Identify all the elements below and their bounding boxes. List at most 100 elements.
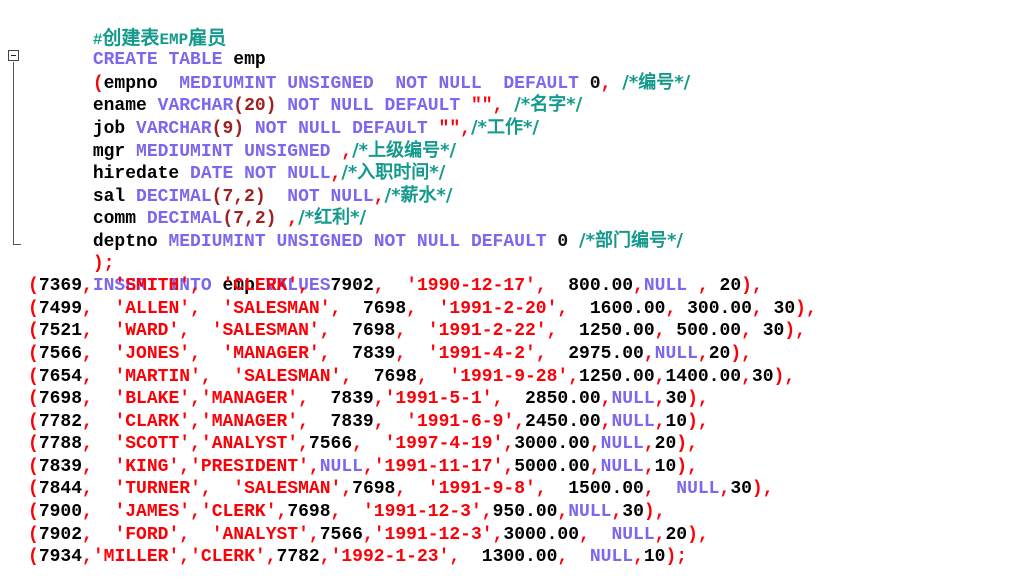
punctuation: ( — [28, 434, 39, 455]
number-literal: 7566 — [308, 434, 353, 455]
table-row[interactable]: (7900, 'JAMES','CLERK',7698, '1991-12-3'… — [0, 501, 1014, 524]
punctuation: , — [697, 411, 709, 432]
string-literal: 'WARD' — [114, 321, 180, 342]
punctuation: , — [190, 434, 201, 455]
constraint-not-null: NOT NULL — [287, 186, 374, 207]
punctuation: , — [82, 343, 93, 364]
number-literal: 7900 — [38, 502, 83, 523]
code-line-header-comment[interactable]: #创建表EMP雇员 — [0, 4, 1014, 49]
comment-empno: /*编号*/ — [622, 71, 691, 93]
table-row[interactable]: (7788, 'SCOTT','ANALYST',7566, '1997-4-1… — [0, 433, 1014, 456]
default-value-zero: 0 — [557, 231, 569, 252]
identifier-emp: emp — [233, 50, 266, 71]
number-literal: 30 — [665, 389, 688, 410]
punctuation: , — [319, 343, 331, 364]
punctuation: , — [82, 524, 93, 545]
punctuation: , — [82, 456, 93, 477]
column-empno: empno — [103, 73, 158, 94]
comment-latin-emp: EMP — [159, 30, 189, 49]
number-literal: 10 — [654, 456, 677, 477]
punctuation: , — [805, 298, 817, 319]
sql-code-editor[interactable]: #创建表EMP雇员 CREATE TABLE emp (empno MEDIUM… — [0, 0, 1014, 587]
column-deptno: deptno — [92, 231, 158, 252]
punctuation: ) — [773, 366, 785, 387]
number-literal: 3000.00 — [503, 524, 580, 545]
punctuation: ) — [795, 298, 806, 319]
string-literal: '1991-4-2' — [427, 343, 536, 364]
string-literal: 'BLAKE' — [114, 389, 191, 410]
table-row[interactable]: (7934,'MILLER','CLERK',7782,'1992-1-23',… — [0, 546, 1014, 569]
punctuation: , — [406, 298, 417, 319]
number-literal: 3000.00 — [514, 434, 590, 455]
code-line-insert[interactable]: INSERT INTO emp VALUES — [0, 253, 1014, 296]
number-literal: 20 — [654, 434, 677, 455]
column-job: job — [92, 118, 126, 139]
number-literal: 20 — [708, 343, 731, 364]
type-mediumint: MEDIUMINT — [136, 141, 234, 162]
table-row[interactable]: (7902, 'FORD', 'ANALYST',7566,'1991-12-3… — [0, 524, 1014, 547]
punctuation: , — [190, 343, 201, 364]
table-row[interactable]: (7369, 'SMITH', 'CLERK', 7902, '1990-12-… — [0, 275, 1014, 298]
punctuation: , — [362, 524, 374, 545]
number-literal: 7839 — [38, 456, 83, 477]
punctuation: , — [579, 524, 590, 545]
string-literal: 'ANALYST' — [211, 524, 309, 545]
punctuation: , — [298, 276, 309, 297]
punctuation: , — [654, 411, 666, 432]
punctuation: ( — [28, 502, 39, 523]
punctuation: , — [654, 321, 666, 342]
punctuation: , — [795, 321, 806, 342]
punctuation: , — [751, 298, 763, 319]
table-row[interactable]: (7499, 'ALLEN', 'SALESMAN', 7698, '1991-… — [0, 298, 1014, 321]
table-row[interactable]: (7698, 'BLAKE','MANAGER', 7839,'1991-5-1… — [0, 388, 1014, 411]
string-literal: 'SCOTT' — [114, 434, 191, 455]
punctuation: , — [741, 321, 752, 342]
table-row[interactable]: (7566, 'JONES', 'MANAGER', 7839, '1991-4… — [0, 343, 1014, 366]
punctuation: , — [654, 389, 666, 410]
punctuation: , — [190, 502, 201, 523]
number-literal: 30 — [773, 298, 796, 319]
open-paren: ( — [92, 73, 104, 94]
table-row[interactable]: (7782, 'CLARK','MANAGER', 7839, '1991-6-… — [0, 411, 1014, 434]
table-row[interactable]: (7654, 'MARTIN', 'SALESMAN', 7698, '1991… — [0, 366, 1014, 389]
punctuation: , — [373, 276, 385, 297]
punctuation: , — [341, 479, 353, 500]
punctuation: , — [503, 456, 515, 477]
punctuation: , — [179, 524, 191, 545]
number-literal: 10 — [643, 547, 666, 568]
punctuation: ) — [643, 502, 655, 523]
type-mediumint: MEDIUMINT — [179, 73, 277, 94]
table-row[interactable]: (7844, 'TURNER', 'SALESMAN',7698, '1991-… — [0, 478, 1014, 501]
null-literal: NULL — [611, 411, 655, 432]
table-row[interactable]: (7839, 'KING','PRESIDENT',NULL,'1991-11-… — [0, 456, 1014, 479]
type-date: DATE — [190, 164, 234, 185]
punctuation: ) — [741, 276, 752, 297]
punctuation: , — [395, 479, 407, 500]
string-literal: '1991-5-1' — [384, 389, 493, 410]
punctuation: , — [611, 502, 623, 523]
table-row[interactable]: (7521, 'WARD', 'SALESMAN', 7698, '1991-2… — [0, 320, 1014, 343]
string-literal: '1991-2-20' — [438, 298, 558, 319]
punctuation: , — [687, 456, 698, 477]
punctuation: , — [492, 389, 504, 410]
number-literal: 7698 — [287, 502, 331, 523]
